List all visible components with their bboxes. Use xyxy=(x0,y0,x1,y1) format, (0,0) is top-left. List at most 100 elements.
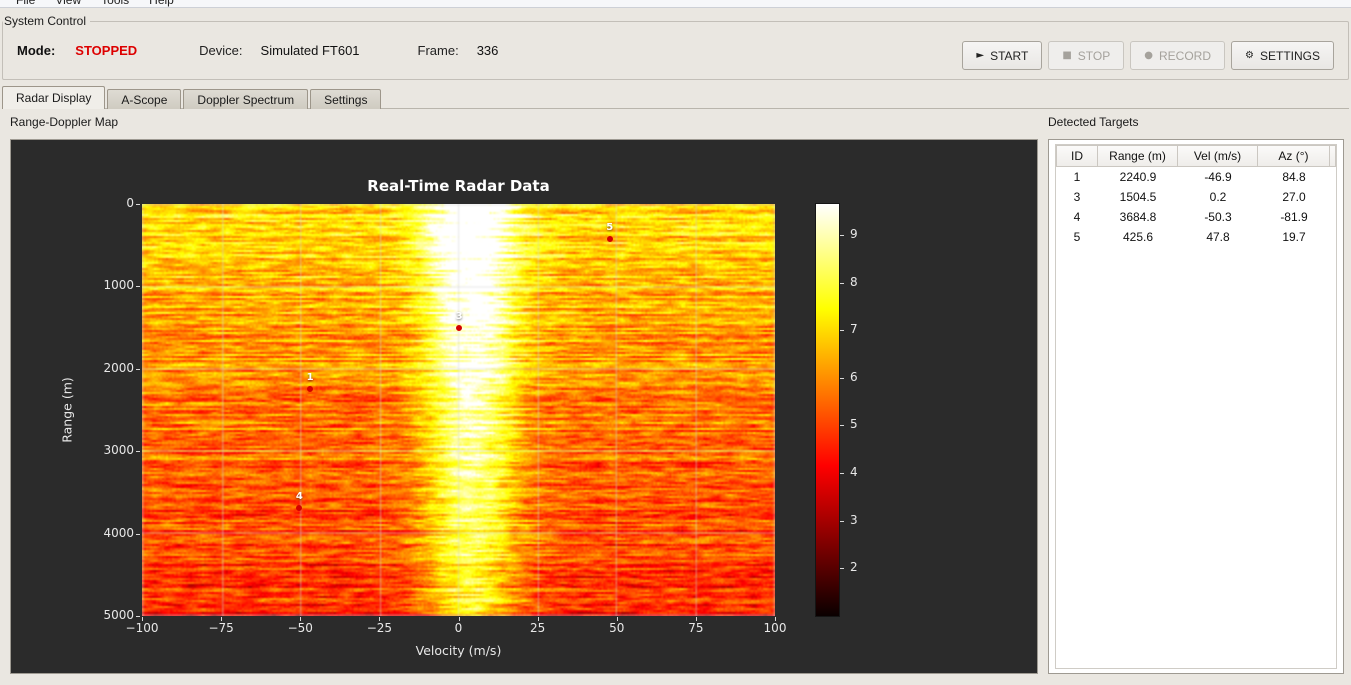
y-tick-label: 4000 xyxy=(103,525,134,540)
cell: -46.9 xyxy=(1204,170,1232,184)
y-tick-label: 5000 xyxy=(103,608,134,622)
colorbar-tick-mark xyxy=(840,425,844,427)
y-tick-mark xyxy=(136,533,140,535)
menu-file[interactable]: File xyxy=(6,0,45,7)
cell: -50.3 xyxy=(1204,210,1232,224)
cell: 1504.5 xyxy=(1119,190,1157,204)
button-label: START xyxy=(990,48,1029,63)
cell: 47.8 xyxy=(1206,230,1230,244)
tab-doppler-spectrum[interactable]: Doppler Spectrum xyxy=(183,89,309,109)
column-header-3[interactable]: Az (°) xyxy=(1258,145,1330,167)
table-row[interactable]: 5 425.6 47.8 19.7 xyxy=(1056,227,1336,247)
x-tick-label: −50 xyxy=(287,621,313,635)
colorbar-tick-mark xyxy=(840,377,844,379)
cell: 5 xyxy=(1073,230,1081,244)
tab-a-scope[interactable]: A-Scope xyxy=(107,89,182,109)
cell: 3684.8 xyxy=(1119,210,1157,224)
colorbar-tick-label: 9 xyxy=(850,226,858,241)
cell: -81.9 xyxy=(1280,210,1308,224)
stop-button: ■ STOP xyxy=(1048,41,1125,70)
menu-help[interactable]: Help xyxy=(139,0,184,7)
x-axis-label: Velocity (m/s) xyxy=(415,643,502,658)
cell: 1 xyxy=(1073,170,1081,184)
button-label: STOP xyxy=(1077,48,1111,63)
target-marker-label-3: 3 xyxy=(455,310,463,322)
colorbar-tick-mark xyxy=(840,282,844,284)
tab-bar: Radar Display A-Scope Doppler Spectrum Sett… xyxy=(2,86,1351,109)
x-tick-label: 0 xyxy=(454,621,463,635)
colorbar-tick-label: 4 xyxy=(850,465,858,480)
table-row[interactable]: 4 3684.8 -50.3 -81.9 xyxy=(1056,207,1336,227)
tab-radar-display[interactable]: Radar Display xyxy=(2,86,106,109)
colorbar-tick-label: 7 xyxy=(850,322,858,337)
y-tick-mark xyxy=(136,451,140,453)
table-row[interactable]: 3 1504.5 0.2 27.0 xyxy=(1056,187,1336,207)
colorbar-tick-label: 8 xyxy=(850,274,858,289)
device-value: Simulated FT601 xyxy=(260,43,360,58)
table-body: 1 2240.9 -46.9 84.8 3 1504.5 0.2 27.0 4 3684.8 -50… xyxy=(1056,167,1336,247)
target-marker-1 xyxy=(307,385,314,392)
menu-view[interactable]: View xyxy=(45,0,91,7)
y-tick-mark xyxy=(136,368,140,370)
cell: 84.8 xyxy=(1282,170,1306,184)
target-marker-4 xyxy=(296,504,303,511)
menu-tools[interactable]: Tools xyxy=(91,0,139,7)
table-header-row: ID Range (m) Vel (m/s) Az (°) xyxy=(1056,145,1336,167)
colorbar-tick-mark xyxy=(840,473,844,475)
detected-targets-title: Detected Targets xyxy=(1048,115,1139,129)
colorbar xyxy=(815,203,840,617)
button-label: RECORD xyxy=(1159,48,1212,63)
frame-label: Frame: xyxy=(417,43,459,58)
colorbar-tick-label: 2 xyxy=(850,560,858,575)
cell: 0.2 xyxy=(1209,190,1227,204)
colorbar-tick-label: 5 xyxy=(850,417,858,432)
column-header-1[interactable]: Range (m) xyxy=(1098,145,1178,167)
device-label: Device: xyxy=(199,43,243,58)
cell-filler xyxy=(1330,227,1336,247)
range-doppler-plot-panel: Real-Time Radar Data Velocity (m/s) Rang… xyxy=(10,139,1038,674)
colorbar-tick-label: 3 xyxy=(850,512,858,527)
colorbar-tick-mark xyxy=(840,520,844,522)
table-row[interactable]: 1 2240.9 -46.9 84.8 xyxy=(1056,167,1336,187)
column-header-filler xyxy=(1330,145,1336,167)
record-icon: ● xyxy=(1144,49,1153,61)
y-tick-label: 2000 xyxy=(103,360,134,375)
y-tick-label: 1000 xyxy=(103,278,134,293)
frame-value: 336 xyxy=(476,43,499,58)
column-header-0[interactable]: ID xyxy=(1056,145,1098,167)
range-doppler-map-title: Range-Doppler Map xyxy=(10,115,119,129)
x-tick-label: 75 xyxy=(688,621,704,635)
target-marker-label-4: 4 xyxy=(295,490,303,502)
y-tick-mark xyxy=(136,204,140,205)
start-button[interactable]: ► START xyxy=(962,41,1043,70)
y-tick-label: 0 xyxy=(126,196,134,210)
system-control-buttons: ► START ■ STOP ● RECORD ⚙ SETTINGS xyxy=(962,41,1334,70)
detected-targets-panel: ID Range (m) Vel (m/s) Az (°) 1 2240.9 -46.9 8… xyxy=(1048,139,1344,674)
cell: 27.0 xyxy=(1282,190,1306,204)
cell-filler xyxy=(1330,187,1336,207)
cell: 425.6 xyxy=(1122,230,1154,244)
x-tick-label: 50 xyxy=(609,621,625,635)
x-tick-label: −25 xyxy=(366,621,393,635)
colorbar-tick-label: 6 xyxy=(850,369,858,384)
record-button: ● RECORD xyxy=(1130,41,1226,70)
menu-bar: File View Tools Help xyxy=(0,0,1351,8)
x-tick-label: −75 xyxy=(208,621,234,635)
mode-label: Mode: xyxy=(17,43,56,58)
colorbar-tick-mark xyxy=(840,568,844,570)
plot-title: Real-Time Radar Data xyxy=(367,177,550,195)
y-tick-label: 3000 xyxy=(103,443,134,458)
target-marker-label-1: 1 xyxy=(306,371,314,383)
y-tick-mark xyxy=(136,616,140,617)
y-axis-label: Range (m) xyxy=(59,377,75,443)
play-icon: ► xyxy=(976,49,985,61)
y-tick-mark xyxy=(136,286,140,288)
settings-button[interactable]: ⚙ SETTINGS xyxy=(1231,41,1334,70)
target-marker-3 xyxy=(456,324,463,331)
tab-settings[interactable]: Settings xyxy=(310,89,382,109)
colorbar-tick-mark xyxy=(840,234,844,236)
button-label: SETTINGS xyxy=(1259,48,1320,63)
menu-bar-items: File View Tools Help xyxy=(0,0,1351,7)
column-header-2[interactable]: Vel (m/s) xyxy=(1178,145,1258,167)
mode-value: STOPPED xyxy=(75,43,138,58)
